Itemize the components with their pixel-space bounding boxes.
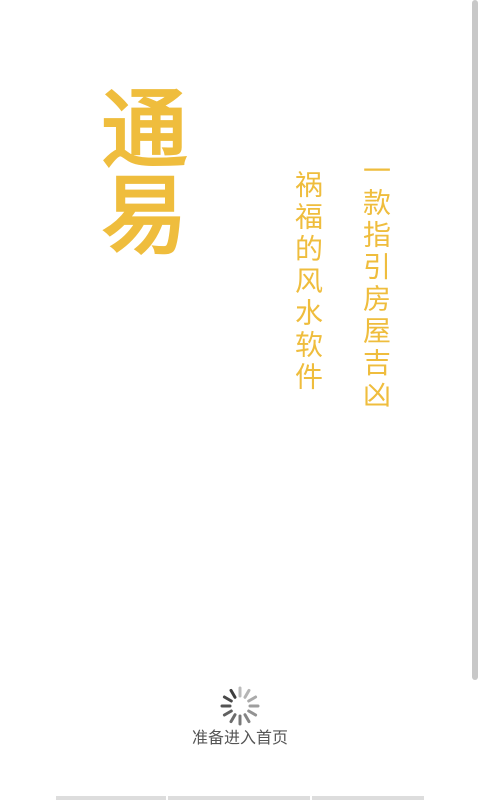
bottom-divider xyxy=(56,796,424,800)
loading-text: 准备进入首页 xyxy=(191,728,288,747)
scrollbar[interactable] xyxy=(472,0,478,680)
tagline-line-1: 一款指引房屋吉凶 xyxy=(359,156,392,412)
app-logo-text: 通易 xyxy=(86,84,187,256)
spinner-icon xyxy=(220,686,260,726)
splash-screen: 通易 一款指引房屋吉凶 祸福的风水软件 准备进入首页 xyxy=(0,0,480,800)
tagline-line-2: 祸福的风水软件 xyxy=(291,170,324,394)
